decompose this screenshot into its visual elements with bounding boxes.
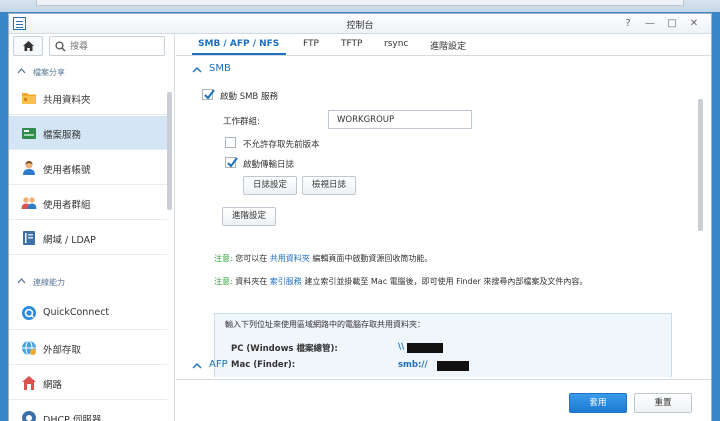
- disallow-previous-versions-label: 不允許存取先前版本: [243, 140, 320, 150]
- window-title: 控制台: [346, 21, 374, 31]
- network-icon: [22, 376, 36, 390]
- sidebar-item-quickconnect[interactable]: QuickConnect: [9, 296, 167, 330]
- sidebar-item-label: 使用者帳號: [43, 165, 91, 176]
- footer-bar: 套用 重置: [176, 379, 711, 421]
- sidebar-item-file-services[interactable]: 檔案服務: [9, 116, 167, 150]
- sidebar-item-label: DHCP 伺服器: [43, 415, 102, 421]
- note-text: 建立索引並掛載至 Mac 電腦後，即可使用 Finder 來搜尋內部檔案及文件內…: [304, 277, 588, 286]
- workgroup-input[interactable]: WORKGROUP: [328, 110, 472, 129]
- home-icon: [23, 41, 34, 51]
- settings-content: SMB 啟動 SMB 服務 工作群組: WORKGROUP 不允許存取先前版本 …: [176, 57, 711, 377]
- sidebar-item-shared-folder[interactable]: 共用資料夾: [9, 81, 167, 115]
- external-access-icon: [22, 340, 36, 356]
- mac-address-label: Mac (Finder):: [231, 360, 296, 370]
- control-panel-window: 控制台 ? — □ ✕ 檔案分享 共用資料夾 檔案服務 使用者帳號: [8, 13, 712, 421]
- mac-address-value: smb://: [398, 360, 428, 370]
- note-label: 注意:: [214, 254, 233, 263]
- access-caption: 輸入下列位址來使用區域網路中的電腦存取共用資料夾：: [225, 320, 425, 329]
- help-icon[interactable]: ?: [621, 17, 635, 31]
- sidebar-item-label: 使用者群組: [43, 200, 91, 211]
- chevron-up-icon: [17, 68, 26, 74]
- enable-smb-label: 啟動 SMB 服務: [220, 92, 278, 102]
- note-text: 資料夾在: [235, 277, 268, 286]
- sidebar: 檔案分享 共用資料夾 檔案服務 使用者帳號 使用者群組 網域 / LDAP 連線…: [9, 34, 175, 421]
- shared-folder-link[interactable]: 共用資料夾: [270, 254, 310, 263]
- section-title: SMB: [209, 63, 231, 74]
- checkmark-icon: [204, 89, 215, 100]
- background-window-edge: [36, 0, 684, 6]
- sidebar-item-external-access[interactable]: 外部存取: [9, 331, 167, 365]
- section-connectivity[interactable]: 連線能力: [9, 274, 167, 290]
- note-indexing: 注意: 資料夾在 索引服務 建立索引並掛載至 Mac 電腦後，即可使用 Find…: [214, 276, 587, 287]
- disallow-previous-versions-checkbox[interactable]: [225, 137, 236, 148]
- sidebar-item-domain-ldap[interactable]: 網域 / LDAP: [9, 221, 167, 255]
- workgroup-label: 工作群組:: [223, 117, 260, 127]
- enable-transfer-log-label: 啟動傳輸日誌: [243, 160, 295, 170]
- sidebar-item-label: QuickConnect: [43, 307, 110, 318]
- note-text: 您可以在: [235, 254, 268, 263]
- group-icon: [21, 197, 37, 209]
- maximize-icon[interactable]: □: [665, 17, 679, 31]
- search-box[interactable]: [49, 36, 165, 56]
- section-label: 連線能力: [33, 278, 65, 287]
- chevron-up-icon: [192, 363, 202, 369]
- search-input[interactable]: [70, 40, 160, 53]
- search-icon: [55, 41, 66, 52]
- log-settings-button[interactable]: 日誌設定: [243, 176, 297, 195]
- title-bar[interactable]: 控制台 ? — □ ✕: [9, 14, 711, 34]
- note-label: 注意:: [214, 277, 233, 286]
- file-services-icon: [22, 128, 36, 139]
- section-title: AFP: [209, 359, 228, 370]
- tab-tftp[interactable]: TFTP: [341, 39, 362, 49]
- tab-bar: SMB / AFP / NFS FTP TFTP rsync 進階設定: [176, 34, 711, 56]
- apply-button[interactable]: 套用: [569, 393, 627, 413]
- user-icon: [23, 161, 35, 175]
- quickconnect-icon: [22, 306, 36, 320]
- tab-ftp[interactable]: FTP: [303, 39, 319, 49]
- dhcp-server-icon: [22, 411, 36, 421]
- sidebar-item-label: 外部存取: [43, 345, 82, 356]
- active-tab-indicator: [192, 53, 286, 55]
- indexing-service-link[interactable]: 索引服務: [270, 277, 302, 286]
- sidebar-item-group[interactable]: 使用者群組: [9, 186, 167, 220]
- sidebar-item-label: 共用資料夾: [43, 95, 91, 106]
- sidebar-item-dhcp-server[interactable]: DHCP 伺服器: [9, 401, 167, 421]
- redacted-hostname: [437, 361, 469, 371]
- sidebar-item-label: 網域 / LDAP: [43, 235, 96, 246]
- checkmark-icon: [227, 157, 238, 168]
- access-address-box: 輸入下列位址來使用區域網路中的電腦存取共用資料夾： PC (Windows 檔案…: [214, 313, 672, 377]
- enable-smb-checkbox[interactable]: [202, 89, 215, 100]
- pc-address-value: \\: [398, 342, 405, 352]
- advanced-settings-button[interactable]: 進階設定: [222, 207, 276, 226]
- chevron-up-icon: [17, 278, 26, 284]
- reset-button[interactable]: 重置: [634, 393, 692, 413]
- domain-ldap-icon: [23, 231, 35, 245]
- note-text: 編輯頁面中啟動資源回收筒功能。: [312, 254, 433, 263]
- close-icon[interactable]: ✕: [687, 17, 701, 31]
- sidebar-item-network[interactable]: 網路: [9, 366, 167, 400]
- shared-folder-icon: [22, 93, 36, 104]
- main-panel: SMB / AFP / NFS FTP TFTP rsync 進階設定 SMB …: [176, 34, 711, 421]
- minimize-icon[interactable]: —: [643, 17, 657, 31]
- section-file-sharing[interactable]: 檔案分享: [9, 64, 167, 80]
- tab-advanced[interactable]: 進階設定: [430, 39, 466, 52]
- home-button[interactable]: [13, 36, 43, 56]
- section-label: 檔案分享: [33, 68, 65, 77]
- enable-transfer-log-checkbox[interactable]: [225, 157, 238, 168]
- view-log-button[interactable]: 檢視日誌: [302, 176, 356, 195]
- pc-address-label: PC (Windows 檔案總管):: [231, 344, 338, 354]
- sidebar-item-label: 網路: [43, 380, 63, 391]
- sidebar-scrollbar[interactable]: [167, 92, 172, 210]
- redacted-hostname: [407, 343, 443, 353]
- desktop-background: [0, 0, 720, 12]
- tab-smb-afp-nfs[interactable]: SMB / AFP / NFS: [198, 39, 279, 49]
- sidebar-item-label: 檔案服務: [43, 130, 82, 141]
- note-recycle-bin: 注意: 您可以在 共用資料夾 編輯頁面中啟動資源回收筒功能。: [214, 253, 432, 264]
- tab-rsync[interactable]: rsync: [384, 39, 408, 49]
- sidebar-item-user[interactable]: 使用者帳號: [9, 151, 167, 185]
- chevron-up-icon: [192, 67, 202, 73]
- content-scrollbar[interactable]: [698, 99, 703, 231]
